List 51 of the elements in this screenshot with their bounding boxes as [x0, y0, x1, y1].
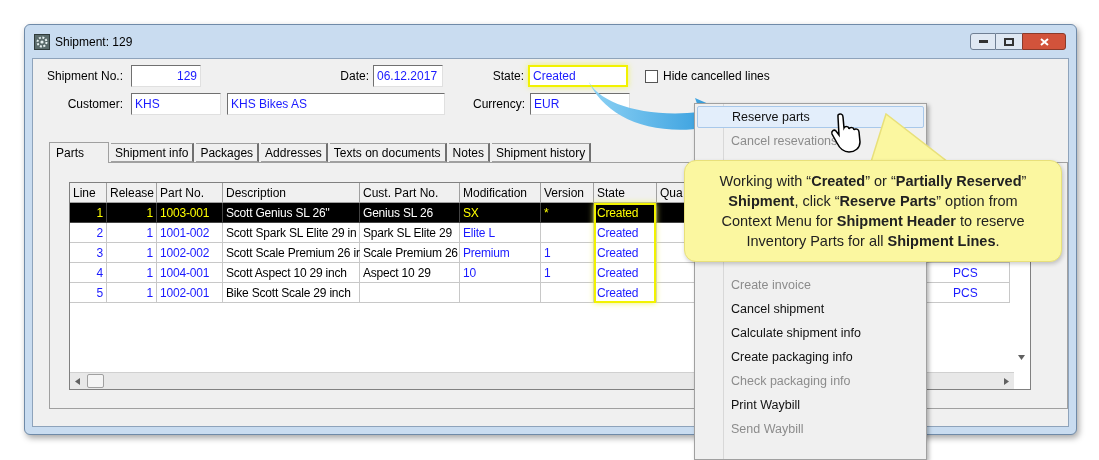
table-cell: PCS — [950, 263, 1010, 283]
field-label: State: — [491, 68, 524, 85]
menu-item[interactable]: Create packaging info — [697, 346, 924, 368]
table-cell: 1 — [107, 283, 157, 303]
menu-item[interactable]: Print Waybill — [697, 394, 924, 416]
window-title: Shipment: 129 — [55, 33, 133, 51]
maximize-button[interactable] — [996, 33, 1022, 50]
column-header[interactable]: State — [594, 183, 657, 203]
field-label: Currency: — [472, 96, 525, 113]
checkbox[interactable] — [645, 69, 658, 83]
column-header[interactable]: Release — [107, 183, 157, 203]
scrollbar-thumb[interactable] — [87, 374, 104, 388]
table-cell: 1002-001 — [157, 283, 223, 303]
field-label: Shipment No.: — [45, 68, 123, 85]
input-field[interactable]: 06.12.2017 — [373, 65, 443, 87]
maximize-icon — [1004, 37, 1014, 46]
input-field[interactable]: KHS — [131, 93, 221, 115]
tab[interactable]: Texts on documents — [329, 143, 447, 162]
minimize-icon — [978, 40, 988, 43]
menu-item[interactable]: Cancel shipment — [697, 298, 924, 320]
gear-icon — [34, 33, 50, 50]
menu-item[interactable]: Calculate shipment info — [697, 322, 924, 344]
menu-item[interactable]: Reserve parts — [697, 106, 924, 128]
column-header[interactable]: Modification — [460, 183, 541, 203]
scroll-right-icon — [1004, 377, 1009, 385]
input-field[interactable]: KHS Bikes AS — [227, 93, 445, 115]
column-header[interactable]: Version — [541, 183, 594, 203]
table-cell: Created — [594, 283, 657, 303]
column-header[interactable]: Description — [223, 183, 360, 203]
scroll-down-icon — [1018, 355, 1025, 360]
tab[interactable]: Addresses — [261, 143, 328, 162]
tab[interactable]: Parts — [49, 142, 109, 163]
tab[interactable]: Shipment history — [491, 143, 592, 162]
field-label: Customer: — [66, 96, 123, 113]
tab[interactable]: Notes — [448, 143, 490, 162]
minimize-button[interactable] — [970, 33, 996, 50]
table-cell: 5 — [70, 283, 107, 303]
tab[interactable]: Shipment info — [111, 143, 195, 162]
input-field[interactable]: Created — [528, 65, 628, 87]
table-cell: Bike Scott Scale 29 inch — [223, 283, 360, 303]
column-header[interactable]: Line — [70, 183, 107, 203]
field-label: Date: — [339, 68, 369, 85]
column-header[interactable]: Cust. Part No. — [360, 183, 460, 203]
close-button[interactable] — [1022, 33, 1066, 50]
scroll-left-icon — [75, 377, 80, 385]
tab[interactable]: Packages — [196, 143, 260, 162]
table-cell: PCS — [950, 283, 1010, 303]
input-field[interactable]: 129 — [131, 65, 201, 87]
checkbox-label: Hide cancelled lines — [663, 68, 770, 85]
close-icon — [1039, 37, 1049, 46]
column-header[interactable]: Part No. — [157, 183, 223, 203]
